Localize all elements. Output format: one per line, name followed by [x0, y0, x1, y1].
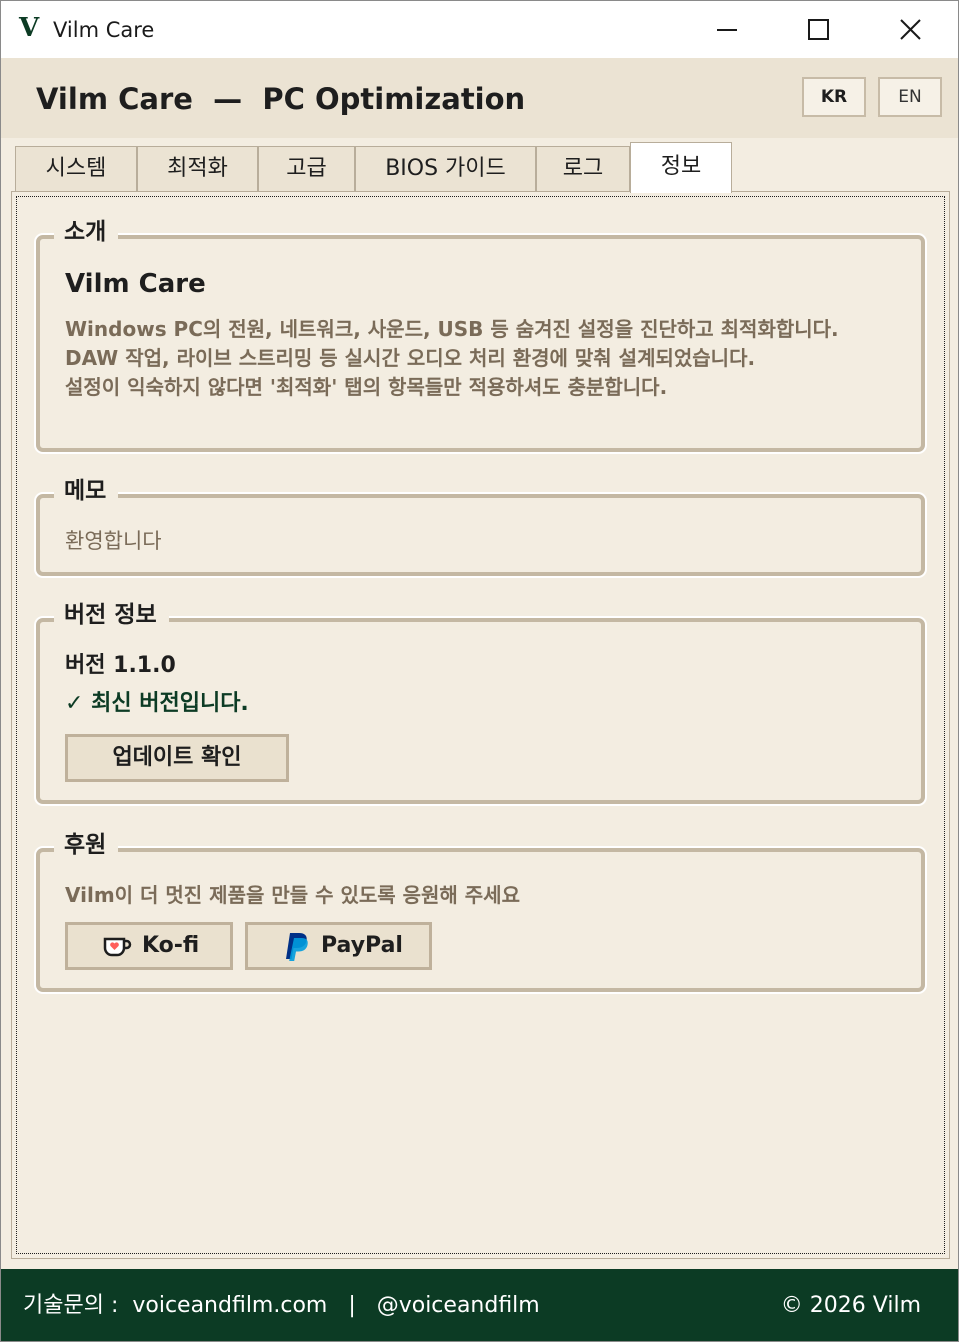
intro-group: 소개 Vilm Care Windows PC의 전원, 네트워크, 사운드, …: [36, 217, 925, 452]
page-title: Vilm Care — PC Optimization: [36, 82, 525, 116]
footer-copyright: © 2026 Vilm: [780, 1293, 921, 1318]
close-icon: [900, 19, 921, 40]
tab-advanced[interactable]: 고급: [258, 146, 355, 192]
kofi-button[interactable]: Ko-fi: [65, 922, 233, 970]
title-bar[interactable]: V Vilm Care: [1, 1, 958, 58]
maximize-button[interactable]: [773, 1, 865, 58]
tab-log[interactable]: 로그: [536, 146, 630, 192]
app-window: V Vilm Care Vilm Care — PC Optimization …: [0, 0, 959, 1342]
maximize-icon: [808, 19, 829, 40]
footer-contact[interactable]: 기술문의 : voiceandfilm.com | @voiceandfilm: [23, 1291, 540, 1321]
app-subtitle: PC Optimization: [262, 82, 526, 116]
intro-description: Windows PC의 전원, 네트워크, 사운드, USB 등 숨겨진 설정을…: [65, 317, 839, 399]
support-group: 후원 Vilm이 더 멋진 제품을 만들 수 있도록 응원해 주세요 Ko-fi…: [36, 830, 925, 992]
tab-bios-guide[interactable]: BIOS 가이드: [355, 146, 536, 192]
version-group-title: 버전 정보: [54, 600, 169, 630]
memo-group-title: 메모: [54, 476, 119, 506]
intro-app-name: Vilm Care: [65, 269, 206, 299]
language-en-button[interactable]: EN: [878, 77, 942, 117]
app-logo-icon: V: [19, 13, 40, 43]
kofi-label: Ko-fi: [142, 933, 200, 958]
language-kr-button[interactable]: KR: [802, 77, 866, 117]
paypal-button[interactable]: PayPal: [245, 922, 432, 970]
footer-bar: 기술문의 : voiceandfilm.com | @voiceandfilm …: [1, 1269, 958, 1341]
support-group-title: 후원: [54, 830, 119, 860]
intro-group-title: 소개: [54, 217, 119, 247]
check-update-button[interactable]: 업데이트 확인: [65, 734, 289, 782]
window-title: Vilm Care: [53, 18, 155, 42]
title-separator: —: [213, 82, 243, 116]
tab-system[interactable]: 시스템: [15, 146, 137, 192]
version-status: ✓ 최신 버전입니다.: [65, 691, 249, 716]
kofi-cup-icon: [103, 937, 132, 957]
memo-group: 메모 환영합니다: [36, 476, 925, 576]
memo-text: 환영합니다: [65, 529, 162, 553]
app-name: Vilm Care: [36, 82, 193, 116]
minimize-button[interactable]: [681, 1, 773, 58]
tab-optimize[interactable]: 최적화: [137, 146, 258, 192]
paypal-logo-icon: [286, 933, 308, 961]
app-header: Vilm Care — PC Optimization KR EN: [1, 58, 958, 138]
version-label: 버전 1.1.0: [65, 653, 176, 678]
minimize-icon: [717, 29, 737, 31]
close-button[interactable]: [865, 1, 957, 58]
paypal-label: PayPal: [321, 933, 403, 958]
support-text: Vilm이 더 멋진 제품을 만들 수 있도록 응원해 주세요: [65, 883, 520, 907]
version-group: 버전 정보 버전 1.1.0 ✓ 최신 버전입니다. 업데이트 확인: [36, 600, 925, 804]
tab-info[interactable]: 정보: [630, 142, 732, 193]
